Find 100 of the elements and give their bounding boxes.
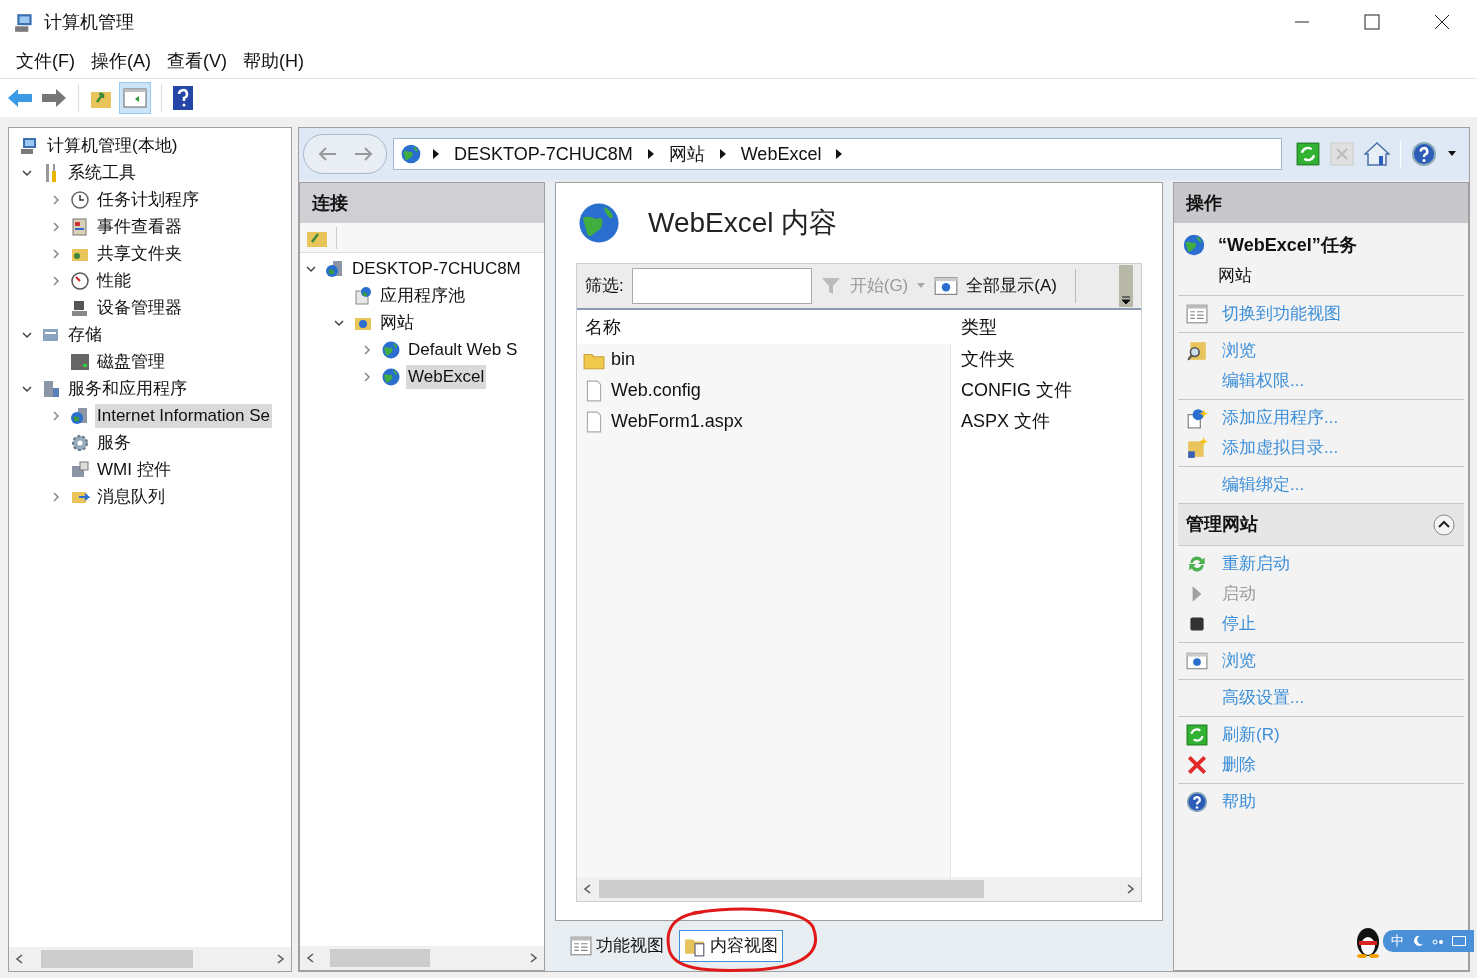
overflow-icon[interactable]	[1119, 265, 1133, 307]
file-name-cell[interactable]: bin	[611, 346, 636, 373]
moon-icon[interactable]	[1412, 935, 1424, 947]
back-arrow-icon[interactable]	[317, 146, 338, 162]
breadcrumb-item[interactable]: WebExcel	[736, 140, 826, 168]
window-title: 计算机管理	[44, 11, 134, 34]
feature-grid-icon	[1186, 303, 1208, 325]
file-type-cell-text: CONFIG 文件	[961, 379, 1072, 402]
breadcrumb-arrow-icon[interactable]	[646, 148, 655, 160]
clock-icon	[70, 189, 90, 210]
content-title: WebExcel 内容	[648, 206, 838, 240]
chevron-right-icon[interactable]	[362, 371, 372, 382]
keyboard-icon[interactable]	[1452, 936, 1466, 946]
chevron-right-icon[interactable]	[51, 275, 61, 286]
tree-item[interactable]: 网站	[378, 310, 416, 335]
chevron-down-icon[interactable]	[22, 383, 32, 394]
forward-arrow-icon[interactable]	[352, 146, 373, 162]
filter-label: 筛选:	[585, 275, 624, 298]
menu-item[interactable]: 操作(A)	[83, 48, 159, 75]
chevron-right-icon[interactable]	[51, 194, 61, 205]
file-type-cell-text: 文件夹	[961, 348, 1015, 371]
tree-item[interactable]: 消息队列	[95, 484, 167, 509]
chevron-right-icon[interactable]	[362, 344, 372, 355]
task-title: “WebExcel”任务	[1218, 233, 1357, 257]
add-directory-icon	[1186, 437, 1208, 459]
scrollbar-thumb[interactable]	[330, 949, 430, 967]
back-forward-button[interactable]	[303, 134, 387, 174]
scrollbar-thumb[interactable]	[40, 950, 193, 968]
gauge-icon	[70, 270, 90, 291]
tree-item[interactable]: 服务	[95, 430, 133, 455]
refresh-icon	[1296, 142, 1320, 166]
scrollbar-thumb[interactable]	[599, 880, 984, 898]
menu-item[interactable]: 文件(F)	[8, 48, 83, 75]
gear-icon	[70, 432, 90, 453]
section-header: 管理网站	[1178, 503, 1464, 545]
tree-item[interactable]: 磁盘管理	[95, 349, 167, 374]
tree-item[interactable]: Internet Information Se	[95, 403, 272, 428]
breadcrumb-arrow-icon[interactable]	[718, 148, 727, 160]
chevron-right-icon[interactable]	[51, 410, 61, 421]
globe-icon	[1182, 233, 1206, 257]
horizontal-scrollbar[interactable]	[9, 947, 291, 971]
panel-header: 操作	[1174, 183, 1468, 223]
task-subtitle: 网站	[1218, 266, 1252, 285]
file-name-cell[interactable]: Web.config	[611, 377, 701, 404]
browser-window-icon	[934, 274, 959, 298]
chevron-right-icon[interactable]	[51, 491, 61, 502]
tree-item[interactable]: 事件查看器	[95, 214, 184, 239]
dropdown-caret-icon[interactable]	[1447, 151, 1457, 157]
chevron-down-icon[interactable]	[22, 167, 32, 178]
tree-item[interactable]: DESKTOP-7CHUC8M	[350, 256, 523, 281]
breadcrumb-item[interactable]: 网站	[664, 140, 709, 168]
breadcrumb-item[interactable]: DESKTOP-7CHUC8M	[450, 140, 637, 168]
show-all-button[interactable]: 全部显示(A)	[966, 273, 1057, 299]
tree-item[interactable]: 性能	[95, 268, 133, 293]
tree-item[interactable]: 应用程序池	[378, 283, 467, 308]
address-bar[interactable]: DESKTOP-7CHUC8M 网站 WebExcel	[393, 138, 1282, 170]
tree-item[interactable]: 任务计划程序	[95, 187, 201, 212]
collapse-icon[interactable]	[1432, 512, 1456, 537]
chevron-down-icon[interactable]	[306, 263, 316, 274]
server-globe-icon	[70, 405, 90, 426]
menu-item[interactable]: 帮助(H)	[235, 48, 312, 75]
refresh-icon	[1186, 724, 1208, 746]
tree-item[interactable]: 服务和应用程序	[66, 376, 189, 401]
file-type-cell-text: ASPX 文件	[961, 410, 1051, 433]
tree-item[interactable]: 存储	[66, 322, 104, 347]
back-arrow-icon[interactable]	[6, 86, 34, 110]
horizontal-scrollbar[interactable]	[577, 877, 1141, 901]
tree-item[interactable]: WMI 控件	[95, 457, 173, 482]
tree-item[interactable]: 设备管理器	[95, 295, 184, 320]
globe-icon	[381, 366, 401, 387]
home-icon[interactable]	[1364, 141, 1390, 167]
file-name-cell[interactable]: WebForm1.aspx	[611, 408, 743, 435]
column-header[interactable]: 名称	[577, 313, 951, 341]
folder-magnifier-icon	[1186, 340, 1208, 362]
tree-item[interactable]: Default Web S	[406, 337, 520, 362]
server-globe-icon	[325, 258, 345, 279]
help-book-icon[interactable]	[172, 85, 194, 111]
tree-item[interactable]: WebExcel	[406, 364, 487, 389]
chevron-down-icon[interactable]	[334, 317, 344, 328]
filter-field[interactable]	[631, 268, 812, 304]
globe-icon	[400, 143, 422, 165]
panel-toggle-icon[interactable]	[123, 86, 147, 110]
tree-item[interactable]: 计算机管理(本地)	[45, 133, 180, 158]
column-header[interactable]: 类型	[951, 313, 1141, 341]
globe-icon	[381, 339, 401, 360]
breadcrumb-arrow-icon[interactable]	[432, 148, 440, 160]
breadcrumb-arrow-icon[interactable]	[835, 148, 844, 160]
funnel-icon	[819, 275, 842, 297]
chevron-down-icon[interactable]	[22, 329, 32, 340]
view-tab[interactable]: 内容视图	[679, 930, 783, 962]
forward-arrow-icon[interactable]	[40, 86, 68, 110]
menu-item[interactable]: 查看(V)	[159, 48, 235, 75]
tree-item[interactable]: 共享文件夹	[95, 241, 184, 266]
horizontal-scrollbar[interactable]	[300, 946, 544, 970]
chevron-right-icon[interactable]	[51, 248, 61, 259]
server-apps-icon	[41, 378, 61, 399]
tree-item[interactable]: 系统工具	[66, 160, 138, 185]
wmi-icon	[70, 459, 90, 480]
chevron-right-icon[interactable]	[51, 221, 61, 232]
view-tab[interactable]: 功能视图	[565, 930, 669, 962]
